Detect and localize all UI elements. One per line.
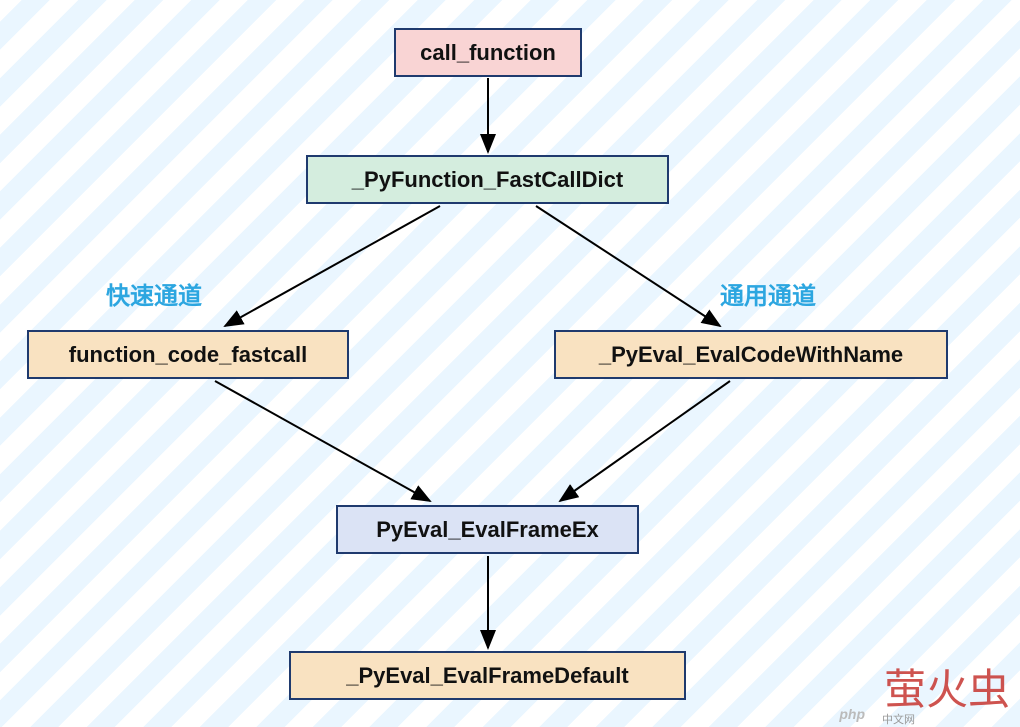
node-pyeval-evalframedefault: _PyEval_EvalFrameDefault bbox=[289, 651, 686, 700]
node-pyfunction-fastcalldict: _PyFunction_FastCallDict bbox=[306, 155, 669, 204]
node-pyeval-evalcodewithname: _PyEval_EvalCodeWithName bbox=[554, 330, 948, 379]
node-call-function: call_function bbox=[394, 28, 582, 77]
node-function-code-fastcall: function_code_fastcall bbox=[27, 330, 349, 379]
label-general-channel: 通用通道 bbox=[720, 276, 816, 311]
label-fast-channel: 快速通道 bbox=[106, 276, 202, 311]
node-pyeval-evalframeex: PyEval_EvalFrameEx bbox=[336, 505, 639, 554]
watermark-main: 萤火虫 bbox=[884, 656, 1010, 717]
watermark-php: php bbox=[839, 706, 865, 722]
